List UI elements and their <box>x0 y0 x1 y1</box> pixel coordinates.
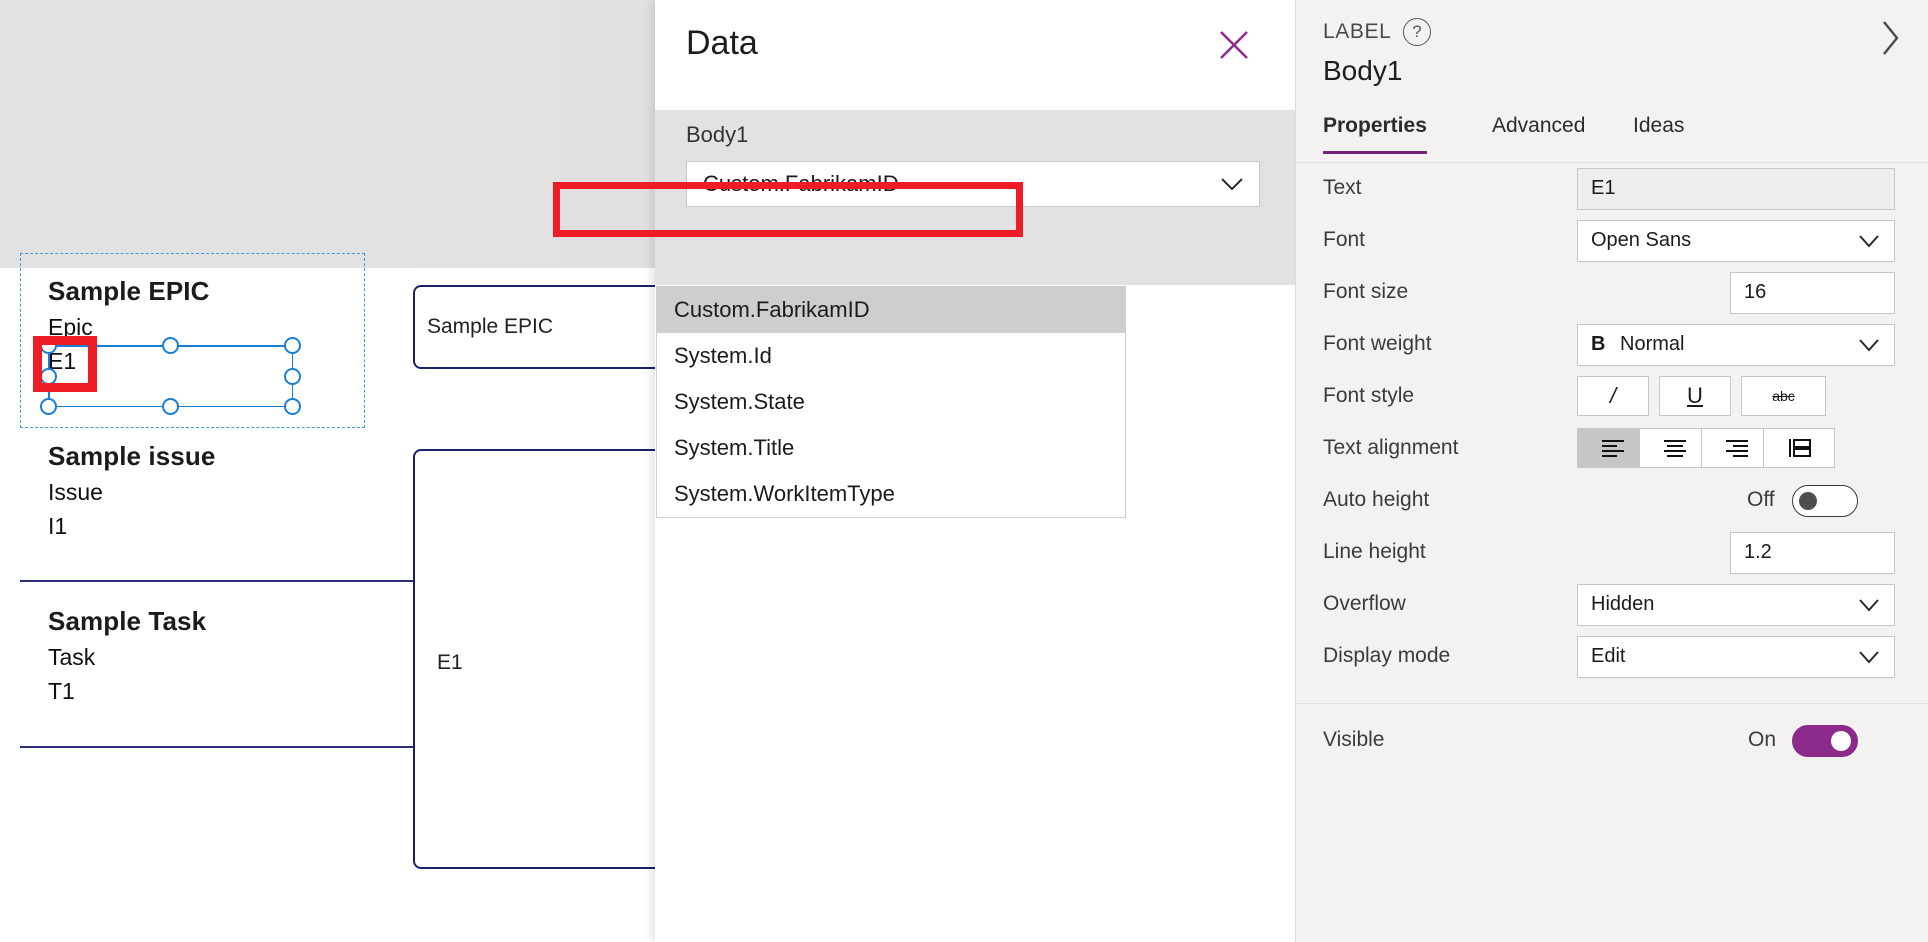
toggle-knob <box>1831 731 1851 751</box>
chevron-down-icon <box>1857 649 1881 665</box>
strikethrough-icon[interactable]: abc <box>1741 376 1826 416</box>
gallery-item-type: Issue <box>48 479 103 505</box>
property-row-text: Text E1 <box>1296 163 1928 215</box>
property-label: Display mode <box>1323 644 1451 667</box>
italic-icon[interactable]: / <box>1577 376 1649 416</box>
close-icon[interactable] <box>1217 28 1251 62</box>
properties-header: LABEL ? Body1 <box>1296 0 1928 106</box>
property-label: Text alignment <box>1323 436 1459 459</box>
gallery-item-id: T1 <box>48 678 75 704</box>
data-field-label: Body1 <box>686 122 749 147</box>
font-weight-value: Normal <box>1620 333 1685 355</box>
data-panel-body: Body1 Custom.FabrikamID <box>655 110 1295 285</box>
display-mode-select[interactable]: Edit <box>1577 636 1895 678</box>
property-row-text-alignment: Text alignment <box>1296 423 1928 475</box>
auto-height-state: Off <box>1747 488 1775 511</box>
line-height-value: 1.2 <box>1744 541 1772 563</box>
property-row-font: Font Open Sans <box>1296 215 1928 267</box>
chevron-down-icon <box>1857 597 1881 613</box>
property-row-font-size: Font size 16 <box>1296 267 1928 319</box>
font-select[interactable]: Open Sans <box>1577 220 1895 262</box>
strikethrough-glyph: abc <box>1772 388 1795 404</box>
overflow-select[interactable]: Hidden <box>1577 584 1895 626</box>
data-panel-header: Data <box>655 0 1295 110</box>
property-label: Font size <box>1323 280 1409 303</box>
chevron-right-icon[interactable] <box>1876 16 1904 60</box>
tab-properties[interactable]: Properties <box>1323 114 1427 154</box>
properties-panel: LABEL ? Body1 Properties Advanced Ideas … <box>1295 0 1928 942</box>
data-field-select[interactable]: Custom.FabrikamID <box>686 161 1260 207</box>
auto-height-toggle[interactable] <box>1792 485 1858 517</box>
resize-handle-e[interactable] <box>284 368 301 385</box>
resize-handle-n[interactable] <box>162 337 179 354</box>
underline-icon[interactable]: U <box>1659 376 1731 416</box>
font-weight-select[interactable]: B Normal <box>1577 324 1895 366</box>
property-row-display-mode: Display mode Edit <box>1296 631 1928 683</box>
property-label: Font <box>1323 228 1366 251</box>
data-field-select-value: Custom.FabrikamID <box>703 171 899 196</box>
display-mode-value: Edit <box>1591 645 1626 667</box>
chevron-down-icon <box>1857 233 1881 249</box>
align-justify-icon[interactable] <box>1763 428 1835 468</box>
app-canvas: Sample EPIC Epic E1 Sample issue Issue I… <box>0 0 1928 942</box>
toggle-knob <box>1799 492 1817 510</box>
font-select-value: Open Sans <box>1591 229 1692 251</box>
visible-state: On <box>1748 728 1777 751</box>
dropdown-option[interactable]: System.Id <box>657 333 1125 379</box>
italic-glyph: / <box>1609 383 1617 408</box>
tab-ideas[interactable]: Ideas <box>1633 114 1684 151</box>
chevron-down-icon <box>1219 175 1245 193</box>
property-label: Visible <box>1323 728 1385 751</box>
property-label: Overflow <box>1323 592 1406 615</box>
properties-tabs: Properties Advanced Ideas <box>1296 106 1928 163</box>
text-field[interactable]: E1 <box>1577 168 1895 210</box>
annotation-highlight-label <box>33 336 97 392</box>
resize-handle-sw[interactable] <box>40 398 57 415</box>
property-row-visible: Visible On <box>1296 715 1928 767</box>
control-name: Body1 <box>1323 55 1403 86</box>
dropdown-listbox: Custom.FabrikamID System.Id System.State… <box>656 286 1126 518</box>
property-label: Font weight <box>1323 332 1432 355</box>
control-type-label: LABEL <box>1323 20 1392 43</box>
resize-handle-se[interactable] <box>284 398 301 415</box>
properties-rows: Text E1 Font Open Sans Font size 16 Font… <box>1296 163 1928 683</box>
gallery-item-title: Sample Task <box>48 606 207 636</box>
help-icon[interactable]: ? <box>1403 18 1431 46</box>
property-row-font-weight: Font weight B Normal <box>1296 319 1928 371</box>
bold-icon: B <box>1591 333 1606 355</box>
detail-card-title-text: Sample EPIC <box>427 315 554 338</box>
resize-handle-ne[interactable] <box>284 337 301 354</box>
resize-handle-s[interactable] <box>162 398 179 415</box>
dropdown-option[interactable]: System.WorkItemType <box>657 471 1125 517</box>
overflow-value: Hidden <box>1591 593 1655 615</box>
property-row-overflow: Overflow Hidden <box>1296 579 1928 631</box>
property-row-line-height: Line height 1.2 <box>1296 527 1928 579</box>
font-size-value: 16 <box>1744 281 1767 303</box>
section-divider <box>1296 703 1928 704</box>
gallery-item-type: Task <box>48 644 96 670</box>
line-height-input[interactable]: 1.2 <box>1730 532 1895 574</box>
visible-toggle[interactable] <box>1792 725 1858 757</box>
form-field-value: E1 <box>437 651 463 674</box>
property-label: Auto height <box>1323 488 1430 511</box>
list-divider <box>20 746 420 748</box>
gallery-item-title: Sample issue <box>48 441 216 471</box>
property-label: Font style <box>1323 384 1415 407</box>
underline-glyph: U <box>1687 383 1703 408</box>
data-panel-title: Data <box>686 24 758 62</box>
property-label: Line height <box>1323 540 1426 563</box>
gallery-item-id: I1 <box>48 513 68 539</box>
property-label: Text <box>1323 176 1362 199</box>
data-field-dropdown[interactable]: Custom.FabrikamID System.Id System.State… <box>656 286 1229 518</box>
text-field-value: E1 <box>1591 177 1616 199</box>
dropdown-option[interactable]: System.Title <box>657 425 1125 471</box>
font-size-input[interactable]: 16 <box>1730 272 1895 314</box>
dropdown-option[interactable]: Custom.FabrikamID <box>657 287 1125 333</box>
tab-advanced[interactable]: Advanced <box>1492 114 1585 151</box>
property-row-auto-height: Auto height Off <box>1296 475 1928 527</box>
list-divider <box>20 580 420 582</box>
dropdown-option[interactable]: System.State <box>657 379 1125 425</box>
chevron-down-icon <box>1857 337 1881 353</box>
property-row-font-style: Font style / U abc <box>1296 371 1928 423</box>
